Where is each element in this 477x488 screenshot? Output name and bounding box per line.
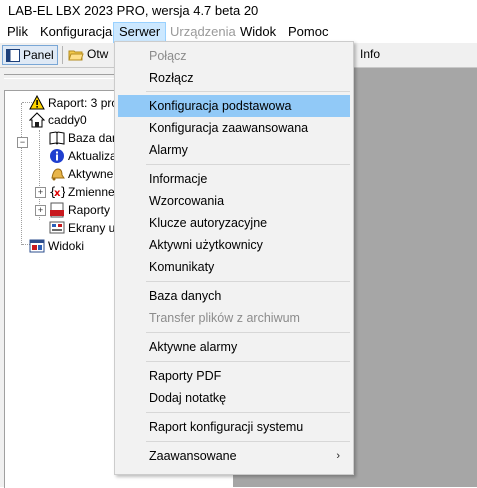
views-icon [29,239,45,252]
menu-item-label: Połącz [149,49,187,63]
menu-item-transfer-plikow[interactable]: Transfer plików z archiwum [118,307,350,329]
info-button-label: Info [360,47,381,61]
menu-separator [146,361,350,362]
menu-pomoc[interactable]: Pomoc [288,24,328,39]
menu-item-polacz[interactable]: Połącz [118,45,350,67]
menu-item-dodaj-notatke[interactable]: Dodaj notatkę [118,387,350,409]
home-icon [29,111,45,127]
server-menu-dropdown: Połącz Rozłącz Konfiguracja podstawowa K… [114,41,354,475]
menu-item-konfiguracja-podstawowa[interactable]: Konfiguracja podstawowa [118,95,350,117]
tree-item-baza-danych[interactable]: Baza dan [49,129,119,146]
tree-item-label: caddy0 [48,112,87,127]
tree-item-label: Widoki [48,238,85,253]
pdf-icon [50,202,64,217]
menu-item-klucze-autoryzacyjne[interactable]: Klucze autoryzacyjne [118,212,350,234]
menu-item-informacje[interactable]: Informacje [118,168,350,190]
menu-item-label: Konfiguracja zaawansowana [149,121,309,135]
title-bar: LAB-EL LBX 2023 PRO, wersja 4.7 beta 20 [0,0,477,22]
menu-separator [146,281,350,282]
svg-text:}: } [60,185,65,199]
screen-icon [49,221,65,233]
menu-widok[interactable]: Widok [240,24,276,39]
warning-icon [29,94,45,109]
menu-item-label: Aktywni użytkownicy [149,238,263,252]
menu-item-komunikaty[interactable]: Komunikaty [118,256,350,278]
menu-item-label: Alarmy [149,143,188,157]
chevron-right-icon: › [336,450,340,462]
menu-item-raport-konfiguracji[interactable]: Raport konfiguracji systemu [118,416,350,438]
menu-item-label: Rozłącz [149,71,194,85]
info-button[interactable]: Info [352,45,380,63]
folder-open-icon [68,50,84,60]
menu-urzadzenia[interactable]: Urządzenia [170,24,236,39]
menu-item-label: Informacje [149,172,208,186]
menu-item-aktywne-alarmy[interactable]: Aktywne alarmy [118,336,350,358]
menu-item-wzorcowania[interactable]: Wzorcowania [118,190,350,212]
bell-icon [51,167,65,180]
tree-item-raport[interactable]: Raport: 3 pro [29,94,118,111]
menu-item-konfiguracja-zaawansowana[interactable]: Konfiguracja zaawansowana [118,117,350,139]
open-button[interactable]: Otw [68,45,108,63]
window-title: LAB-EL LBX 2023 PRO, wersja 4.7 beta 20 [8,3,259,18]
menu-item-label: Aktywne alarmy [149,340,238,354]
menu-item-label: Baza danych [149,289,222,303]
menu-konfiguracja[interactable]: Konfiguracja [40,24,112,39]
panel-button[interactable]: Panel [2,45,58,65]
tree-item-widoki[interactable]: Widoki [29,237,84,254]
menu-separator [146,332,350,333]
tree-item-label: Raport: 3 pro [48,95,119,110]
menu-item-label: Zaawansowane [149,449,237,463]
menu-bar: Plik Konfiguracja Serwer Urządzenia Wido… [0,22,477,43]
toolbar-separator [62,46,63,64]
menu-item-baza-danych[interactable]: Baza danych [118,285,350,307]
menu-item-zaawansowane[interactable]: Zaawansowane › [118,445,350,467]
tree-item-label: Baza dan [68,130,119,145]
menu-item-label: Transfer plików z archiwum [149,311,300,325]
menu-separator [146,164,350,165]
tree-item-caddy0[interactable]: caddy0 [29,111,87,128]
open-button-label: Otw [87,47,109,61]
menu-item-label: Wzorcowania [149,194,225,208]
tree-item-label: Aktywne [68,166,114,181]
menu-serwer[interactable]: Serwer [113,22,167,43]
tree-item-zmienne[interactable]: { x } Zmienne [49,183,115,200]
collapse-toggle[interactable]: − [17,137,28,148]
menu-item-label: Raport konfiguracji systemu [149,420,304,434]
tree-item-raporty-pdf[interactable]: Raporty P [49,201,121,218]
menu-item-label: Dodaj notatkę [149,391,227,405]
expand-toggle[interactable]: + [35,187,46,198]
tree-item-aktywne-alarmy[interactable]: Aktywne [49,165,113,182]
tree-item-ekrany[interactable]: Ekrany uż [49,219,121,236]
menu-separator [146,91,350,92]
menu-item-rozlacz[interactable]: Rozłącz [118,67,350,89]
panel-button-label: Panel [23,48,54,62]
expand-toggle[interactable]: + [35,205,46,216]
menu-separator [146,441,350,442]
menu-item-label: Raporty PDF [149,369,222,383]
menu-item-label: Komunikaty [149,260,215,274]
info-icon [50,148,64,163]
menu-item-label: Konfiguracja podstawowa [149,99,292,113]
tree-item-aktualizacje[interactable]: Aktualizac [49,147,123,164]
menu-separator [146,412,350,413]
menu-item-alarmy[interactable]: Alarmy [118,139,350,161]
menu-plik[interactable]: Plik [7,24,28,39]
variables-icon: { x } [49,185,65,199]
tree-connector [21,103,22,245]
menu-item-aktywni-uzytkownicy[interactable]: Aktywni użytkownicy [118,234,350,256]
panel-icon [6,48,20,62]
menu-item-raporty-pdf[interactable]: Raporty PDF [118,365,350,387]
book-icon [49,130,65,145]
menu-item-label: Klucze autoryzacyjne [149,216,268,230]
tree-item-label: Zmienne [68,184,115,199]
